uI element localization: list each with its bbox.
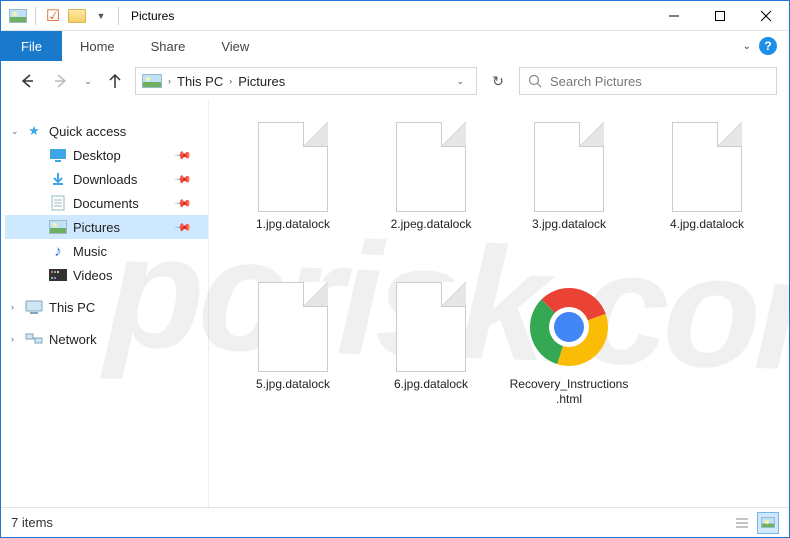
pin-icon: 📌 xyxy=(174,218,193,237)
chevron-right-icon: › xyxy=(168,76,171,86)
file-label: Recovery_Instructions.html xyxy=(509,377,629,407)
status-item-count: 7 items xyxy=(11,515,53,530)
file-item[interactable]: Recovery_Instructions.html xyxy=(505,277,633,427)
chevron-right-icon: › xyxy=(11,334,14,344)
tab-view[interactable]: View xyxy=(203,31,267,61)
star-icon: ★ xyxy=(25,123,43,139)
forward-button[interactable] xyxy=(47,67,75,95)
recent-locations-dropdown[interactable]: ⌄ xyxy=(81,67,95,95)
sidebar-item-label: Downloads xyxy=(73,172,137,187)
ribbon: File Home Share View ⌄ ? xyxy=(1,31,789,61)
pin-icon: 📌 xyxy=(174,146,193,165)
pin-icon: 📌 xyxy=(174,170,193,189)
sidebar-network[interactable]: › Network xyxy=(5,327,208,351)
breadcrumb-current[interactable]: Pictures xyxy=(238,74,285,89)
file-view[interactable]: pcrisk.com 1.jpg.datalock2.jpeg.datalock… xyxy=(209,101,789,507)
help-icon[interactable]: ? xyxy=(759,37,777,55)
sidebar-item-music[interactable]: ♪ Music xyxy=(5,239,208,263)
file-label: 5.jpg.datalock xyxy=(233,377,353,392)
sidebar-item-desktop[interactable]: Desktop 📌 xyxy=(5,143,208,167)
generic-file-icon xyxy=(672,122,742,212)
back-button[interactable] xyxy=(13,67,41,95)
titlebar: ☑ ▼ Pictures xyxy=(1,1,789,31)
breadcrumb-root[interactable]: This PC xyxy=(177,74,223,89)
file-label: 2.jpeg.datalock xyxy=(371,217,491,232)
sidebar-item-label: Desktop xyxy=(73,148,121,163)
search-icon xyxy=(528,74,542,88)
chevron-down-icon: ⌄ xyxy=(11,126,19,137)
generic-file-icon xyxy=(396,122,466,212)
refresh-button[interactable]: ↻ xyxy=(483,67,513,95)
qat-newfolder-icon[interactable] xyxy=(68,7,86,25)
generic-file-icon xyxy=(534,122,604,212)
qat-properties-icon[interactable]: ☑ xyxy=(44,7,62,25)
tab-home[interactable]: Home xyxy=(62,31,133,61)
generic-file-icon xyxy=(396,282,466,372)
pin-icon: 📌 xyxy=(174,194,193,213)
navigation-bar: ⌄ › This PC › Pictures ⌄ ↻ Search Pictur… xyxy=(1,61,789,101)
separator xyxy=(35,7,36,25)
sidebar-item-label: Pictures xyxy=(73,220,120,235)
sidebar-item-pictures[interactable]: Pictures 📌 xyxy=(5,215,208,239)
close-button[interactable] xyxy=(743,1,789,31)
sidebar-item-downloads[interactable]: Downloads 📌 xyxy=(5,167,208,191)
app-icon xyxy=(9,7,27,25)
location-icon xyxy=(142,74,162,88)
file-item[interactable]: 5.jpg.datalock xyxy=(229,277,357,427)
chevron-right-icon: › xyxy=(229,76,232,86)
chrome-icon xyxy=(530,288,608,366)
sidebar-item-videos[interactable]: Videos xyxy=(5,263,208,287)
view-large-icons-button[interactable] xyxy=(757,512,779,534)
minimize-button[interactable] xyxy=(651,1,697,31)
file-item[interactable]: 2.jpeg.datalock xyxy=(367,117,495,267)
up-button[interactable] xyxy=(101,67,129,95)
maximize-button[interactable] xyxy=(697,1,743,31)
file-item[interactable]: 4.jpg.datalock xyxy=(643,117,771,267)
chevron-right-icon: › xyxy=(11,302,14,312)
file-tab[interactable]: File xyxy=(1,31,62,61)
file-label: 3.jpg.datalock xyxy=(509,217,629,232)
sidebar-quick-access[interactable]: ⌄ ★ Quick access xyxy=(5,119,208,143)
network-icon xyxy=(25,331,43,347)
address-bar[interactable]: › This PC › Pictures ⌄ xyxy=(135,67,477,95)
navigation-pane: ⌄ ★ Quick access Desktop📌Downloads📌Docum… xyxy=(1,101,209,507)
file-label: 4.jpg.datalock xyxy=(647,217,767,232)
file-label: 1.jpg.datalock xyxy=(233,217,353,232)
expand-ribbon-icon[interactable]: ⌄ xyxy=(743,41,751,52)
file-item[interactable]: 6.jpg.datalock xyxy=(367,277,495,427)
search-placeholder: Search Pictures xyxy=(550,74,642,89)
search-input[interactable]: Search Pictures xyxy=(519,67,777,95)
tab-share[interactable]: Share xyxy=(133,31,204,61)
downloads-icon xyxy=(49,171,67,187)
window-title: Pictures xyxy=(131,9,174,23)
quick-access-toolbar: ☑ ▼ xyxy=(7,7,123,25)
file-item[interactable]: 1.jpg.datalock xyxy=(229,117,357,267)
documents-icon xyxy=(49,195,67,211)
sidebar-item-label: Music xyxy=(73,244,107,259)
sidebar-item-documents[interactable]: Documents 📌 xyxy=(5,191,208,215)
music-icon: ♪ xyxy=(49,243,67,259)
sidebar-item-label: Videos xyxy=(73,268,113,283)
sidebar-this-pc[interactable]: › This PC xyxy=(5,295,208,319)
file-item[interactable]: 3.jpg.datalock xyxy=(505,117,633,267)
view-details-button[interactable] xyxy=(731,512,753,534)
generic-file-icon xyxy=(258,282,328,372)
separator xyxy=(118,7,119,25)
sidebar-item-label: Documents xyxy=(73,196,139,211)
pictures-icon xyxy=(49,219,67,235)
address-dropdown-icon[interactable]: ⌄ xyxy=(450,76,470,87)
computer-icon xyxy=(25,299,43,315)
videos-icon xyxy=(49,267,67,283)
status-bar: 7 items xyxy=(1,507,789,537)
generic-file-icon xyxy=(258,122,328,212)
file-label: 6.jpg.datalock xyxy=(371,377,491,392)
desktop-icon xyxy=(49,147,67,163)
qat-dropdown-icon[interactable]: ▼ xyxy=(92,7,110,25)
